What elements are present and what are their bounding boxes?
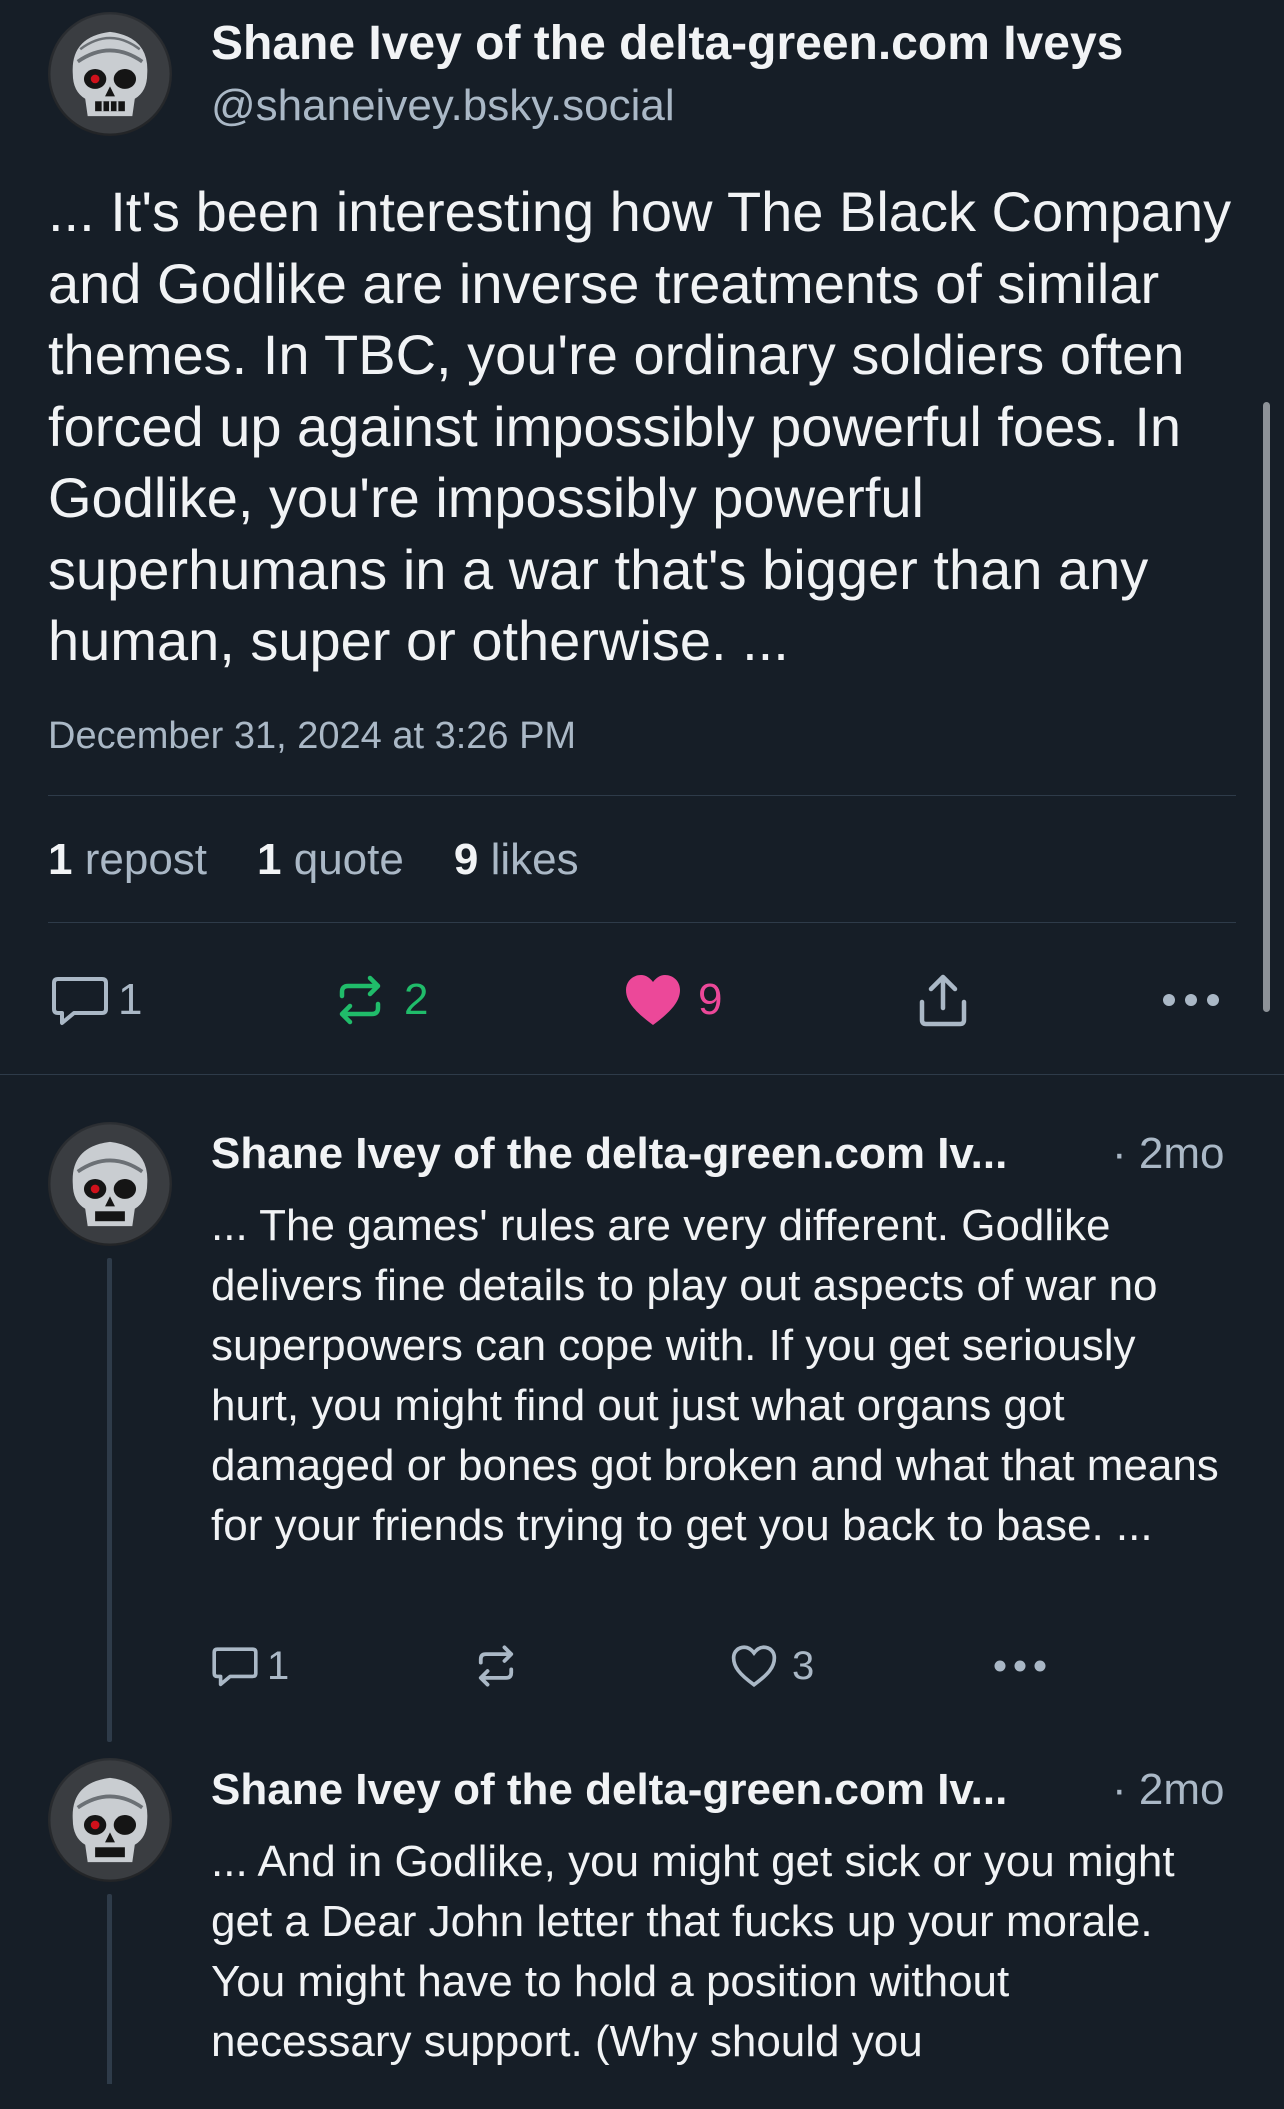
reply-count: 1 [118, 975, 143, 1024]
reply-age[interactable]: · 2mo [1112, 1762, 1224, 1818]
likes-count: 9 [453, 835, 479, 884]
author-handle[interactable]: @shaneivey.bsky.social [211, 78, 675, 134]
quotes-stat[interactable]: 1 quote [257, 835, 404, 885]
share-upload-icon [919, 974, 967, 1027]
divider [48, 922, 1236, 923]
scrollbar-thumb[interactable] [1263, 402, 1270, 1012]
avatar[interactable] [48, 1758, 172, 1882]
repost-button[interactable]: 2 [334, 970, 428, 1030]
reply-age[interactable]: · 2mo [1112, 1126, 1224, 1182]
post-timestamp: December 31, 2024 at 3:26 PM [48, 715, 577, 757]
share-button[interactable] [916, 970, 970, 1030]
divider [48, 795, 1236, 796]
likes-stat[interactable]: 9 likes [454, 835, 579, 885]
avatar[interactable] [48, 1122, 172, 1246]
heart-icon [731, 1645, 777, 1688]
ellipsis-icon [1163, 994, 1219, 1006]
heart-icon [626, 975, 680, 1025]
repost-arrows-icon [339, 975, 381, 1025]
reply-text: ... And in Godlike, you might get sick o… [211, 1837, 1175, 2066]
avatar[interactable] [48, 12, 172, 136]
quotes-count: 1 [257, 835, 282, 884]
more-options-button[interactable] [994, 1656, 1046, 1676]
thread-line [107, 1894, 112, 2109]
bottom-edge [0, 2084, 1284, 2109]
reposts-count: 1 [48, 835, 73, 884]
author-display-name[interactable]: Shane Ivey of the delta-green.com Iveys [211, 16, 1123, 72]
repost-button[interactable] [474, 1642, 518, 1690]
reposts-label: repost [84, 835, 208, 884]
speech-bubble-icon [52, 977, 108, 1025]
more-options-button[interactable] [1162, 980, 1220, 1020]
speech-bubble-icon [212, 1647, 258, 1687]
ellipsis-icon [994, 1660, 1046, 1672]
like-button[interactable]: 3 [730, 1642, 814, 1690]
skull-avatar-image [50, 1760, 170, 1880]
reply-button[interactable]: 1 [211, 1642, 289, 1690]
reply-author-name[interactable]: Shane Ivey of the delta-green.com Iv... [211, 1126, 1007, 1182]
skull-avatar-image [50, 1124, 170, 1244]
reposts-stat[interactable]: 1 repost [48, 835, 207, 885]
post-stats: 1 repost 1 quote 9 likes [48, 832, 579, 888]
divider [0, 1074, 1284, 1075]
post-text: ... It's been interesting how The Black … [48, 180, 1232, 672]
likes-label: likes [490, 835, 579, 884]
repost-count: 2 [404, 975, 429, 1024]
like-count: 3 [792, 1643, 815, 1688]
reply-count: 1 [267, 1643, 290, 1688]
reply-button[interactable]: 1 [50, 970, 142, 1030]
like-button[interactable]: 9 [624, 970, 722, 1030]
like-count: 9 [698, 975, 723, 1024]
repost-arrows-icon [478, 1645, 514, 1687]
quotes-label: quote [293, 835, 404, 884]
skull-avatar-image [50, 14, 170, 134]
reply-text: ... The games' rules are very different.… [211, 1201, 1219, 1550]
thread-line [107, 1258, 112, 1742]
reply-author-name[interactable]: Shane Ivey of the delta-green.com Iv... [211, 1762, 1007, 1818]
